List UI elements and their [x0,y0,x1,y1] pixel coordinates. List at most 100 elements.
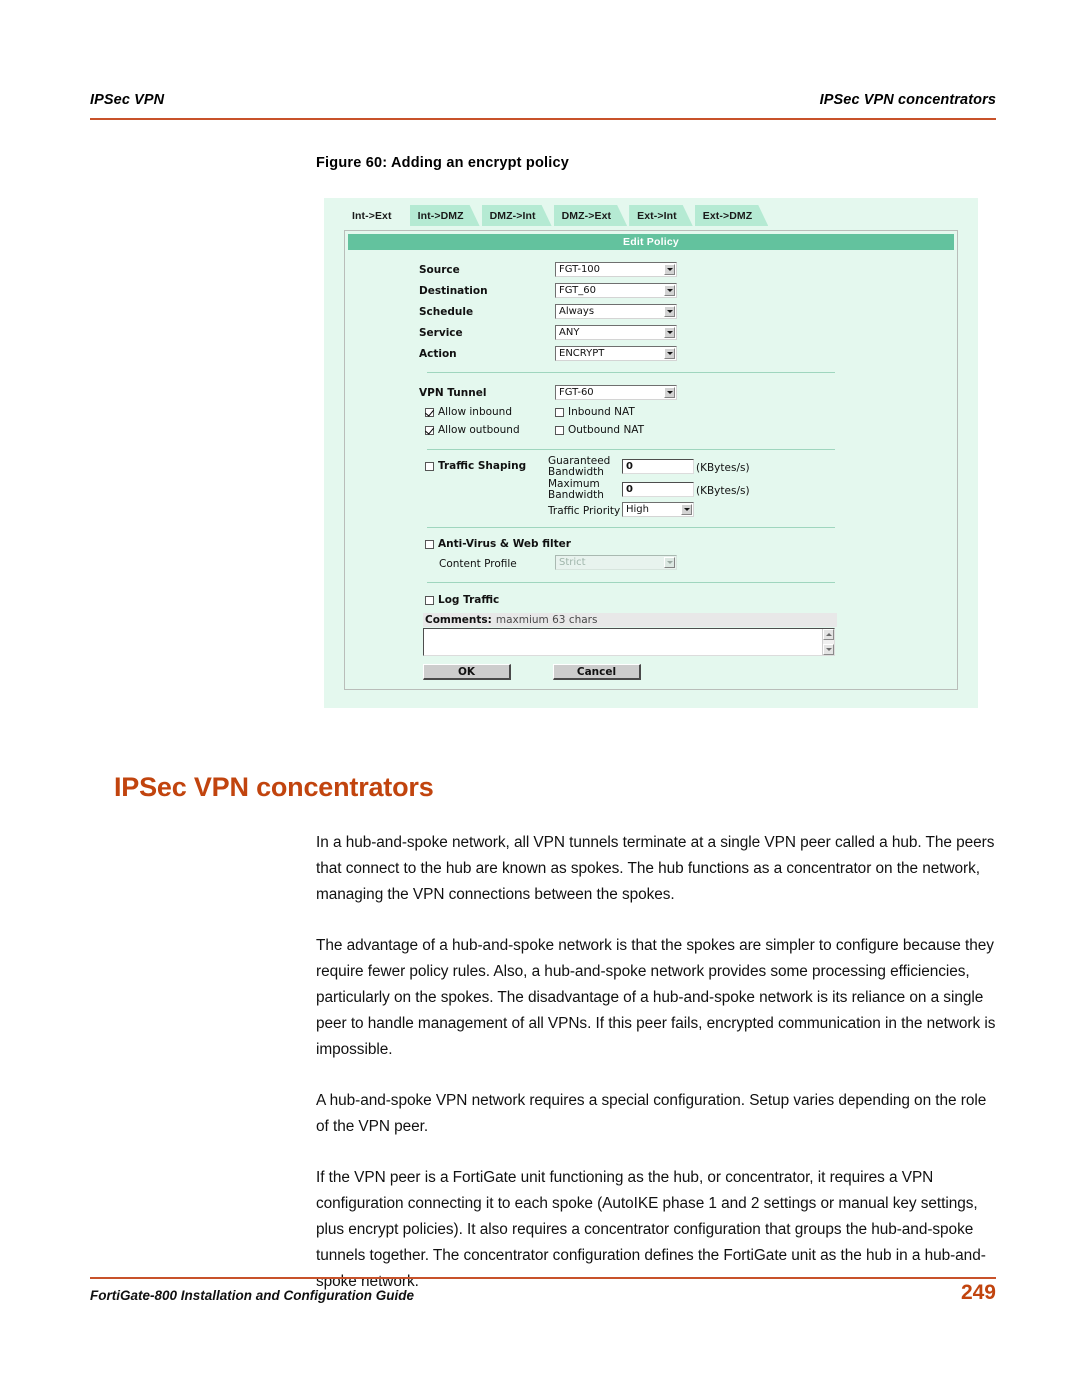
figure-caption: Figure 60: Adding an encrypt policy [316,155,569,171]
chevron-down-icon[interactable] [664,327,675,338]
row-service: Service ANY [419,324,839,341]
section-heading: IPSec VPN concentrators [114,772,434,802]
allow-inbound-label: Allow inbound [438,406,513,418]
row-vpn-tunnel: VPN Tunnel FGT-60 [419,384,839,401]
antivirus-webfilter-label: Anti-Virus & Web filter [438,538,571,550]
vpn-tunnel-label: VPN Tunnel [419,386,487,399]
footer-divider-rule [90,1277,996,1279]
paragraph: If the VPN peer is a FortiGate unit func… [316,1169,986,1290]
header-divider-rule [90,118,996,120]
tab-ext-to-int[interactable]: Ext->Int [629,205,693,226]
allow-outbound-checkbox[interactable]: Allow outbound [425,424,520,436]
chevron-down-icon [664,557,675,568]
edit-policy-form: Source FGT-100 Destination FGT_60 Schedu… [345,253,957,689]
checkbox-icon[interactable] [425,461,434,471]
maximum-bandwidth-label-line2: Bandwidth [548,489,604,501]
inbound-nat-checkbox[interactable]: Inbound NAT [555,406,635,418]
body-text-column: In a hub-and-spoke network, all VPN tunn… [316,830,996,1320]
row-schedule: Schedule Always [419,303,839,320]
checkbox-icon[interactable] [555,425,564,435]
policy-tabs: Int->Ext Int->DMZ DMZ->Int DMZ->Ext Ext-… [344,204,770,226]
content-profile-label: Content Profile [439,558,517,570]
tab-label: Int->Ext [352,209,392,222]
content-profile-value: Strict [559,557,586,568]
header-right-text: IPSec VPN concentrators [819,92,996,108]
panel-title: Edit Policy [348,234,954,250]
ok-button[interactable]: OK [423,664,511,680]
tab-int-to-ext[interactable]: Int->Ext [344,205,408,226]
allow-inbound-checkbox[interactable]: Allow inbound [425,406,512,418]
schedule-label: Schedule [419,305,474,318]
traffic-shaping-label: Traffic Shaping [438,460,527,472]
vpn-tunnel-value: FGT-60 [559,387,594,398]
traffic-priority-select[interactable]: High [622,502,694,517]
tab-label: DMZ->Ext [561,209,612,222]
chevron-down-icon[interactable] [664,285,675,296]
tab-label: Int->DMZ [417,209,464,222]
tab-dmz-to-int[interactable]: DMZ->Int [482,205,552,226]
checkbox-icon[interactable] [425,595,434,605]
maximum-bandwidth-input[interactable]: 0 [622,482,694,497]
guaranteed-bandwidth-value: 0 [626,461,633,472]
tab-label: Ext->Int [637,209,677,222]
maximum-bandwidth-units: (KBytes/s) [696,485,750,497]
chevron-down-icon[interactable] [664,348,675,359]
tab-label: DMZ->Int [489,209,536,222]
guaranteed-bandwidth-input[interactable]: 0 [622,459,694,474]
page-number: 249 [960,1281,996,1304]
tab-int-to-dmz[interactable]: Int->DMZ [410,205,480,226]
guaranteed-bandwidth-units: (KBytes/s) [696,462,750,474]
cancel-button[interactable]: Cancel [553,664,641,680]
vpn-tunnel-select[interactable]: FGT-60 [555,385,677,400]
action-select[interactable]: ENCRYPT [555,346,677,361]
checkbox-icon[interactable] [425,539,434,549]
scroll-down-icon[interactable] [823,644,834,655]
chevron-down-icon[interactable] [664,387,675,398]
maximum-bandwidth-value: 0 [626,484,633,495]
antivirus-webfilter-checkbox[interactable]: Anti-Virus & Web filter [425,538,571,550]
destination-value: FGT_60 [559,285,596,296]
traffic-priority-value: High [626,504,649,515]
outbound-nat-checkbox[interactable]: Outbound NAT [555,424,644,436]
guaranteed-bandwidth-label-line2: Bandwidth [548,466,604,478]
tab-ext-to-dmz[interactable]: Ext->DMZ [695,205,769,226]
source-select[interactable]: FGT-100 [555,262,677,277]
destination-select[interactable]: FGT_60 [555,283,677,298]
tab-dmz-to-ext[interactable]: DMZ->Ext [554,205,628,226]
scroll-up-icon[interactable] [823,629,834,640]
action-value: ENCRYPT [559,348,605,359]
maximum-bandwidth-label: Maximum Bandwidth [548,479,604,501]
comments-hint: maxmium 63 chars [495,614,598,626]
edit-policy-panel: Edit Policy Source FGT-100 Destination F… [344,230,958,690]
paragraph: A hub-and-spoke VPN network requires a s… [316,1092,987,1135]
footer-guide-title: FortiGate-800 Installation and Configura… [90,1288,415,1303]
figure-screenshot-edit-policy: Int->Ext Int->DMZ DMZ->Int DMZ->Ext Ext-… [324,198,978,708]
log-traffic-label: Log Traffic [438,594,500,606]
chevron-down-icon[interactable] [664,264,675,275]
row-action: Action ENCRYPT [419,345,839,362]
ok-button-label: OK [457,665,476,678]
inbound-nat-label: Inbound NAT [568,406,635,418]
comments-scrollbar[interactable] [822,629,834,655]
outbound-nat-label: Outbound NAT [568,424,645,436]
log-traffic-checkbox[interactable]: Log Traffic [425,594,499,606]
destination-label: Destination [419,284,488,297]
comments-textarea[interactable] [423,628,835,656]
source-value: FGT-100 [559,264,601,275]
comments-value [424,629,834,631]
checkbox-icon[interactable] [555,407,564,417]
checkbox-icon[interactable] [425,425,434,435]
chevron-down-icon[interactable] [664,306,675,317]
separator-3 [427,527,835,528]
separator-2 [427,449,835,450]
content-profile-select: Strict [555,555,677,570]
service-select[interactable]: ANY [555,325,677,340]
comments-label: Comments: [425,614,492,626]
chevron-down-icon[interactable] [681,504,692,515]
checkbox-icon[interactable] [425,407,434,417]
schedule-select[interactable]: Always [555,304,677,319]
guaranteed-bandwidth-label: Guaranteed Bandwidth [548,456,610,478]
traffic-shaping-checkbox[interactable]: Traffic Shaping [425,460,526,472]
cancel-button-label: Cancel [576,665,617,678]
row-destination: Destination FGT_60 [419,282,839,299]
